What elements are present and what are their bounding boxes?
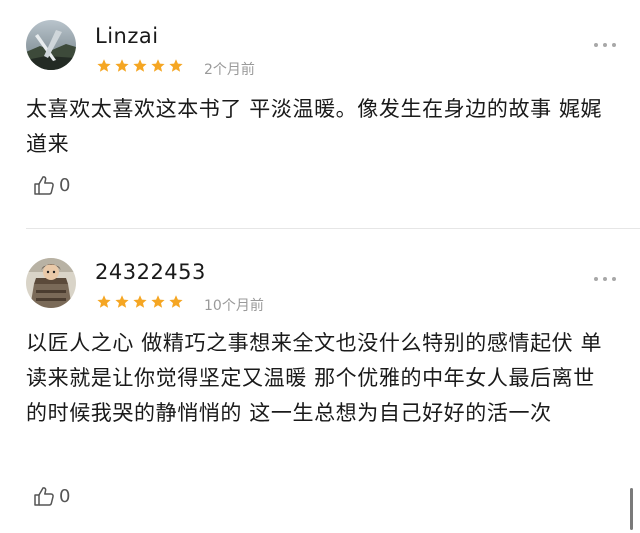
dot-icon (603, 277, 607, 281)
star-icon (97, 59, 111, 72)
review-content: 以匠人之心 做精巧之事想来全文也没什么特别的感情起伏 单读来就是让你觉得坚定又温… (26, 331, 603, 425)
star-icon (97, 295, 111, 308)
more-options-button[interactable] (594, 43, 616, 47)
star-icon (151, 59, 165, 72)
reviews-page: Linzai 2个月前 太喜欢太喜欢这本书了 平淡温暖。像发生在身边的故事 娓娓… (0, 0, 640, 533)
thumbs-up-icon (34, 176, 54, 195)
star-icon (151, 295, 165, 308)
dot-icon (594, 43, 598, 47)
like-count: 0 (59, 485, 71, 507)
like-button[interactable]: 0 (33, 485, 70, 507)
landscape-photo-avatar-icon (26, 20, 76, 70)
review-content: 太喜欢太喜欢这本书了 平淡温暖。像发生在身边的故事 娓娓道来 (26, 97, 603, 156)
star-rating (96, 294, 184, 310)
review-card: Linzai 2个月前 太喜欢太喜欢这本书了 平淡温暖。像发生在身边的故事 娓娓… (0, 0, 640, 228)
dot-icon (603, 43, 607, 47)
star-icon (133, 295, 147, 308)
avatar[interactable] (26, 20, 76, 70)
thumbs-up-icon (34, 487, 54, 506)
cartoon-character-avatar-icon (26, 258, 76, 308)
star-icon (169, 59, 183, 72)
avatar[interactable] (26, 258, 76, 308)
like-count: 0 (59, 174, 71, 196)
username[interactable]: Linzai (95, 24, 159, 48)
star-icon (115, 295, 129, 308)
review-time: 10个月前 (204, 298, 264, 314)
review-card: 24322453 10个月前 以匠人之心 做精巧之事想来全文也没什么特别的感情起… (0, 229, 640, 533)
dot-icon (594, 277, 598, 281)
star-icon (133, 59, 147, 72)
dot-icon (612, 277, 616, 281)
star-rating (96, 58, 184, 74)
dot-icon (612, 43, 616, 47)
star-icon (115, 59, 129, 72)
review-time: 2个月前 (204, 62, 255, 78)
scrollbar[interactable] (630, 488, 633, 530)
like-button[interactable]: 0 (33, 174, 70, 196)
star-icon (169, 295, 183, 308)
username[interactable]: 24322453 (95, 260, 206, 284)
more-options-button[interactable] (594, 277, 616, 281)
